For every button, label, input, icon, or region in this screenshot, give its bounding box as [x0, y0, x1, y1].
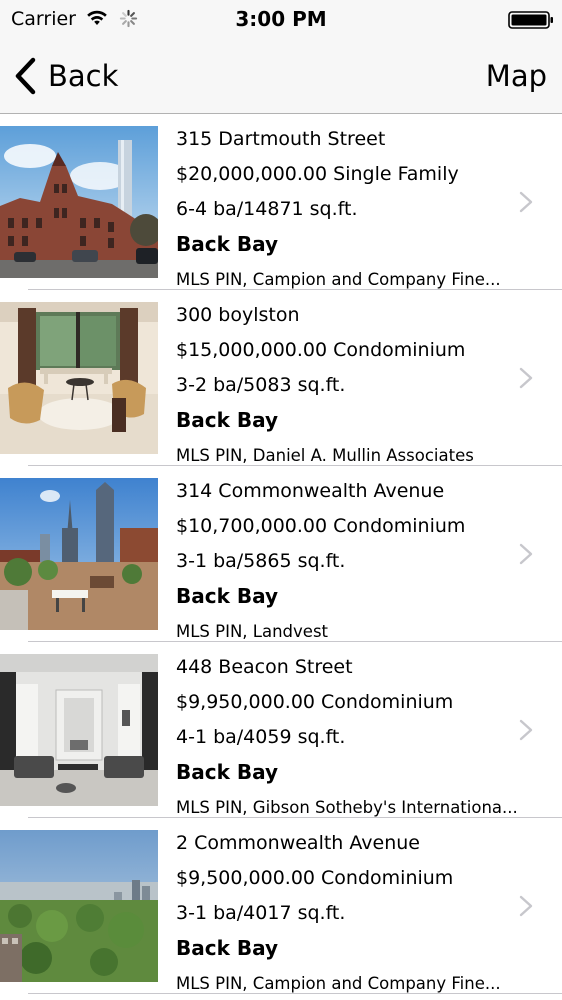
listing-details: 3-1 ba/5865 sq.ft.: [176, 550, 346, 572]
listing-neighborhood: Back Bay: [176, 408, 279, 432]
back-button[interactable]: Back: [12, 54, 118, 98]
listing-address: 315 Dartmouth Street: [176, 128, 386, 150]
chevron-right-icon: [519, 543, 533, 565]
listing-details: 3-1 ba/4017 sq.ft.: [176, 902, 346, 924]
listing-address: 300 boylston: [176, 304, 300, 326]
listing-row[interactable]: 315 Dartmouth Street $20,000,000.00 Sing…: [0, 114, 562, 290]
listing-row[interactable]: 314 Commonwealth Avenue $10,700,000.00 C…: [0, 466, 562, 642]
property-photo: [0, 654, 158, 806]
property-photo: [0, 126, 158, 278]
listing-neighborhood: Back Bay: [176, 760, 279, 784]
chevron-right-icon: [519, 895, 533, 917]
listing-broker: MLS PIN, Campion and Company Fine...: [176, 974, 501, 993]
chevron-right-icon: [519, 367, 533, 389]
listing-address: 2 Commonwealth Avenue: [176, 832, 420, 854]
battery-icon: [508, 11, 553, 29]
chevron-left-icon: [15, 57, 36, 95]
listing-row[interactable]: 2 Commonwealth Avenue $9,500,000.00 Cond…: [0, 818, 562, 994]
back-label: Back: [48, 59, 119, 93]
listing-neighborhood: Back Bay: [176, 936, 279, 960]
listing-price-type: $9,950,000.00 Condominium: [176, 691, 454, 713]
listing-neighborhood: Back Bay: [176, 232, 279, 256]
listing-details: 6-4 ba/14871 sq.ft.: [176, 198, 358, 220]
listing-price-type: $15,000,000.00 Condominium: [176, 339, 466, 361]
listing-price-type: $20,000,000.00 Single Family: [176, 163, 459, 185]
status-time: 3:00 PM: [235, 7, 327, 31]
listing-row[interactable]: 300 boylston $15,000,000.00 Condominium …: [0, 290, 562, 466]
map-button[interactable]: Map: [486, 56, 547, 96]
chevron-right-icon: [519, 719, 533, 741]
listing-details: 4-1 ba/4059 sq.ft.: [176, 726, 346, 748]
listing-price-type: $9,500,000.00 Condominium: [176, 867, 454, 889]
row-separator: [28, 993, 562, 994]
navigation-bar: Back Map: [0, 38, 562, 114]
listing-details: 3-2 ba/5083 sq.ft.: [176, 374, 346, 396]
status-bar: Carrier 3:00 PM: [0, 0, 562, 38]
chevron-right-icon: [519, 191, 533, 213]
listing-address: 448 Beacon Street: [176, 656, 353, 678]
listing-row[interactable]: 448 Beacon Street $9,950,000.00 Condomin…: [0, 642, 562, 818]
property-photo: [0, 302, 158, 454]
property-photo: [0, 478, 158, 630]
listing-list[interactable]: 315 Dartmouth Street $20,000,000.00 Sing…: [0, 114, 562, 1000]
listing-neighborhood: Back Bay: [176, 584, 279, 608]
property-photo: [0, 830, 158, 982]
listing-price-type: $10,700,000.00 Condominium: [176, 515, 466, 537]
listing-address: 314 Commonwealth Avenue: [176, 480, 445, 502]
